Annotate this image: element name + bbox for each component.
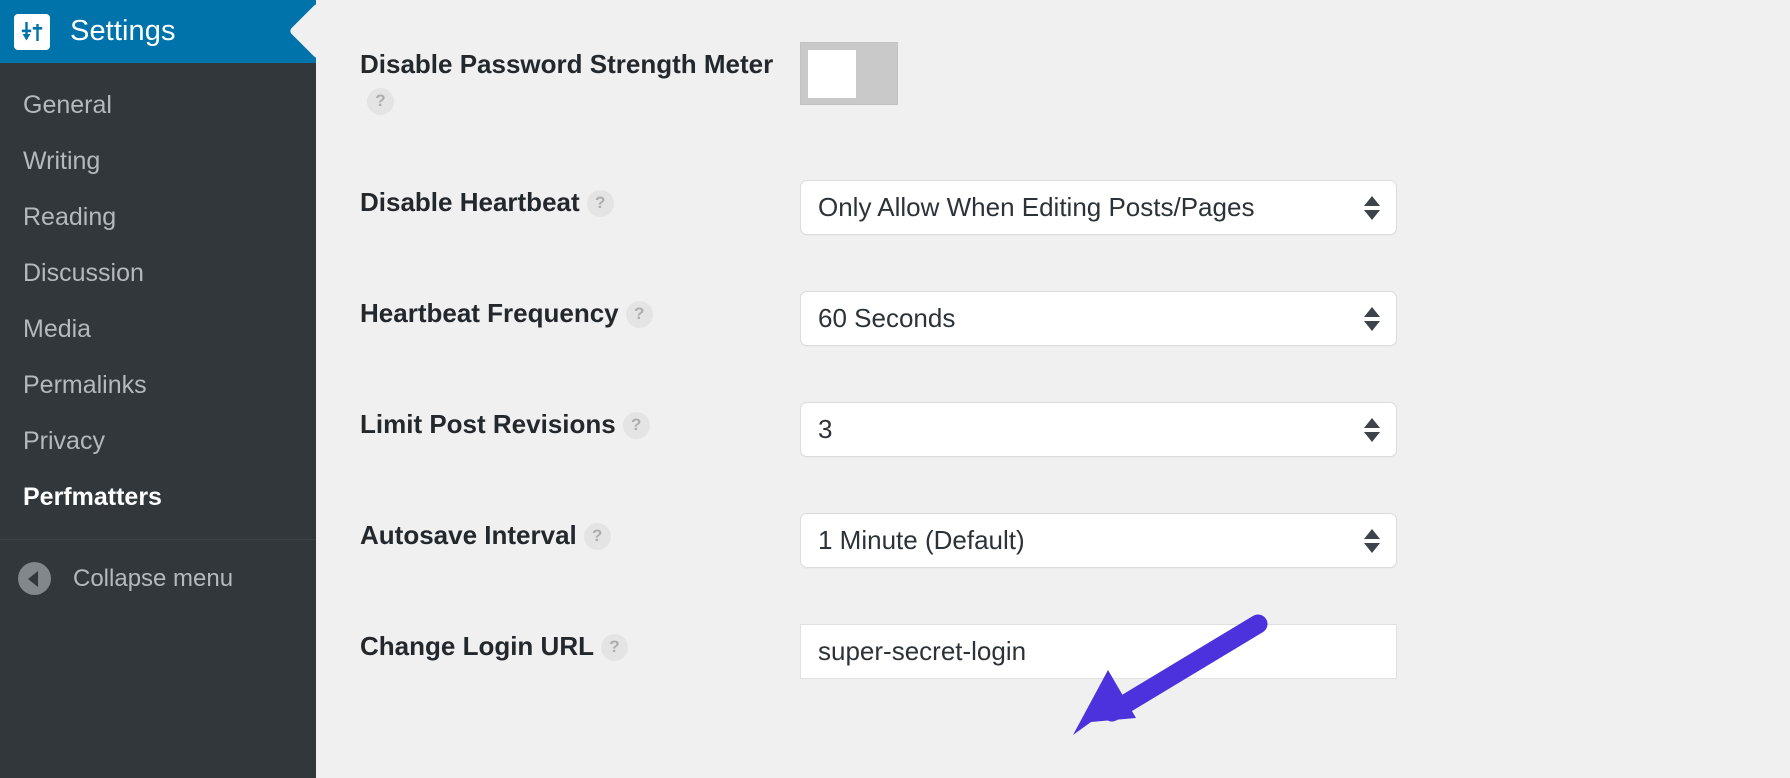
help-icon[interactable]: ? — [625, 300, 653, 328]
control-change-login-url: super-secret-login — [800, 624, 1790, 679]
label-text: Change Login URL — [360, 631, 594, 661]
select-stepper-icon — [1364, 306, 1380, 331]
help-icon[interactable]: ? — [622, 411, 650, 439]
settings-menu-title: Settings — [70, 15, 176, 47]
label-change-login-url: Change Login URL? — [360, 624, 800, 664]
sidebar-item-general[interactable]: General — [0, 77, 316, 133]
label-disable-password-strength-meter: Disable Password Strength Meter? — [360, 42, 800, 118]
select-value: 60 Seconds — [818, 303, 956, 333]
label-text: Heartbeat Frequency — [360, 298, 619, 328]
field-row-limit-post-revisions: Limit Post Revisions? 3 — [316, 402, 1790, 457]
label-text: Limit Post Revisions — [360, 409, 616, 439]
select-value: 1 Minute (Default) — [818, 525, 1025, 555]
toggle-knob — [808, 49, 856, 98]
settings-menu-header[interactable]: Settings — [0, 0, 316, 63]
sidebar-item-perfmatters[interactable]: Perfmatters — [0, 469, 316, 525]
control-autosave-interval: 1 Minute (Default) — [800, 513, 1790, 568]
field-row-disable-heartbeat: Disable Heartbeat? Only Allow When Editi… — [316, 180, 1790, 235]
input-value: super-secret-login — [818, 636, 1027, 666]
wordpress-admin-settings-page: Settings General Writing Reading Discuss… — [0, 0, 1790, 778]
help-icon[interactable]: ? — [367, 87, 394, 115]
label-text: Autosave Interval — [360, 520, 577, 550]
select-value: Only Allow When Editing Posts/Pages — [818, 192, 1255, 222]
sidebar-item-permalinks[interactable]: Permalinks — [0, 357, 316, 413]
sidebar-item-reading[interactable]: Reading — [0, 189, 316, 245]
settings-submenu-list: General Writing Reading Discussion Media… — [0, 63, 316, 540]
field-row-disable-password-strength-meter: Disable Password Strength Meter? — [316, 42, 1790, 118]
help-icon[interactable]: ? — [586, 189, 614, 217]
toggle-disable-password-strength-meter[interactable] — [800, 42, 898, 105]
control-disable-heartbeat: Only Allow When Editing Posts/Pages — [800, 180, 1790, 235]
field-row-heartbeat-frequency: Heartbeat Frequency? 60 Seconds — [316, 291, 1790, 346]
select-heartbeat-frequency[interactable]: 60 Seconds — [800, 291, 1397, 346]
label-text: Disable Password Strength Meter — [360, 49, 774, 79]
sidebar-item-media[interactable]: Media — [0, 301, 316, 357]
sidebar-item-privacy[interactable]: Privacy — [0, 413, 316, 469]
sidebar-item-writing[interactable]: Writing — [0, 133, 316, 189]
chevron-left-icon — [18, 562, 51, 595]
label-text: Disable Heartbeat — [360, 187, 580, 217]
select-value: 3 — [818, 414, 833, 444]
help-icon[interactable]: ? — [583, 522, 611, 550]
change-login-url-input[interactable]: super-secret-login — [800, 624, 1397, 679]
admin-sidebar: Settings General Writing Reading Discuss… — [0, 0, 316, 778]
active-menu-notch — [287, 0, 317, 63]
label-heartbeat-frequency: Heartbeat Frequency? — [360, 291, 800, 331]
select-autosave-interval[interactable]: 1 Minute (Default) — [800, 513, 1397, 568]
sidebar-item-discussion[interactable]: Discussion — [0, 245, 316, 301]
control-heartbeat-frequency: 60 Seconds — [800, 291, 1790, 346]
select-stepper-icon — [1364, 528, 1380, 553]
collapse-menu-button[interactable]: Collapse menu — [0, 540, 316, 617]
control-limit-post-revisions: 3 — [800, 402, 1790, 457]
control-disable-password-strength-meter — [800, 42, 1790, 105]
label-disable-heartbeat: Disable Heartbeat? — [360, 180, 800, 220]
label-autosave-interval: Autosave Interval? — [360, 513, 800, 553]
select-stepper-icon — [1364, 417, 1380, 442]
select-limit-post-revisions[interactable]: 3 — [800, 402, 1397, 457]
field-row-change-login-url: Change Login URL? super-secret-login — [316, 624, 1790, 679]
collapse-menu-label: Collapse menu — [73, 564, 234, 592]
settings-sliders-icon — [14, 13, 50, 50]
select-stepper-icon — [1364, 195, 1380, 220]
select-disable-heartbeat[interactable]: Only Allow When Editing Posts/Pages — [800, 180, 1397, 235]
field-row-autosave-interval: Autosave Interval? 1 Minute (Default) — [316, 513, 1790, 568]
help-icon[interactable]: ? — [600, 633, 628, 661]
label-limit-post-revisions: Limit Post Revisions? — [360, 402, 800, 442]
settings-main-content: Disable Password Strength Meter? Disable… — [316, 0, 1790, 778]
